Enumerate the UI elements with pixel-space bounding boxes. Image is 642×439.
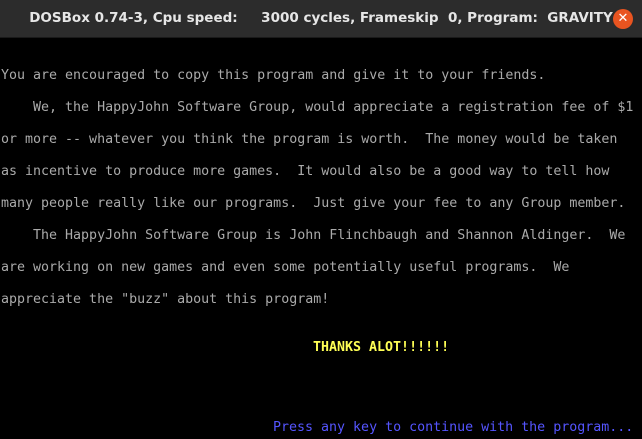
text-line: You are encouraged to copy this program … [1,68,546,83]
text-line: The HappyJohn Software Group is John Fli… [1,228,626,243]
text-line: or more -- whatever you think the progra… [1,132,618,147]
dosbox-window: DOSBox 0.74-3, Cpu speed: 3000 cycles, F… [0,0,642,439]
dos-screen[interactable]: You are encouraged to copy this program … [0,38,642,439]
title-bar[interactable]: DOSBox 0.74-3, Cpu speed: 3000 cycles, F… [0,0,642,38]
text-line: as incentive to produce more games. It w… [1,164,610,179]
window-title: DOSBox 0.74-3, Cpu speed: 3000 cycles, F… [29,10,613,26]
thanks-message: THANKS ALOT!!!!!! [313,340,450,355]
text-line: many people really like our programs. Ju… [1,196,626,211]
text-line: appreciate the "buzz" about this program… [1,292,330,307]
close-icon[interactable]: ✕ [613,9,633,29]
text-line: We, the HappyJohn Software Group, would … [1,100,634,115]
continue-prompt: Press any key to continue with the progr… [273,420,634,435]
text-line: are working on new games and even some p… [1,260,570,275]
